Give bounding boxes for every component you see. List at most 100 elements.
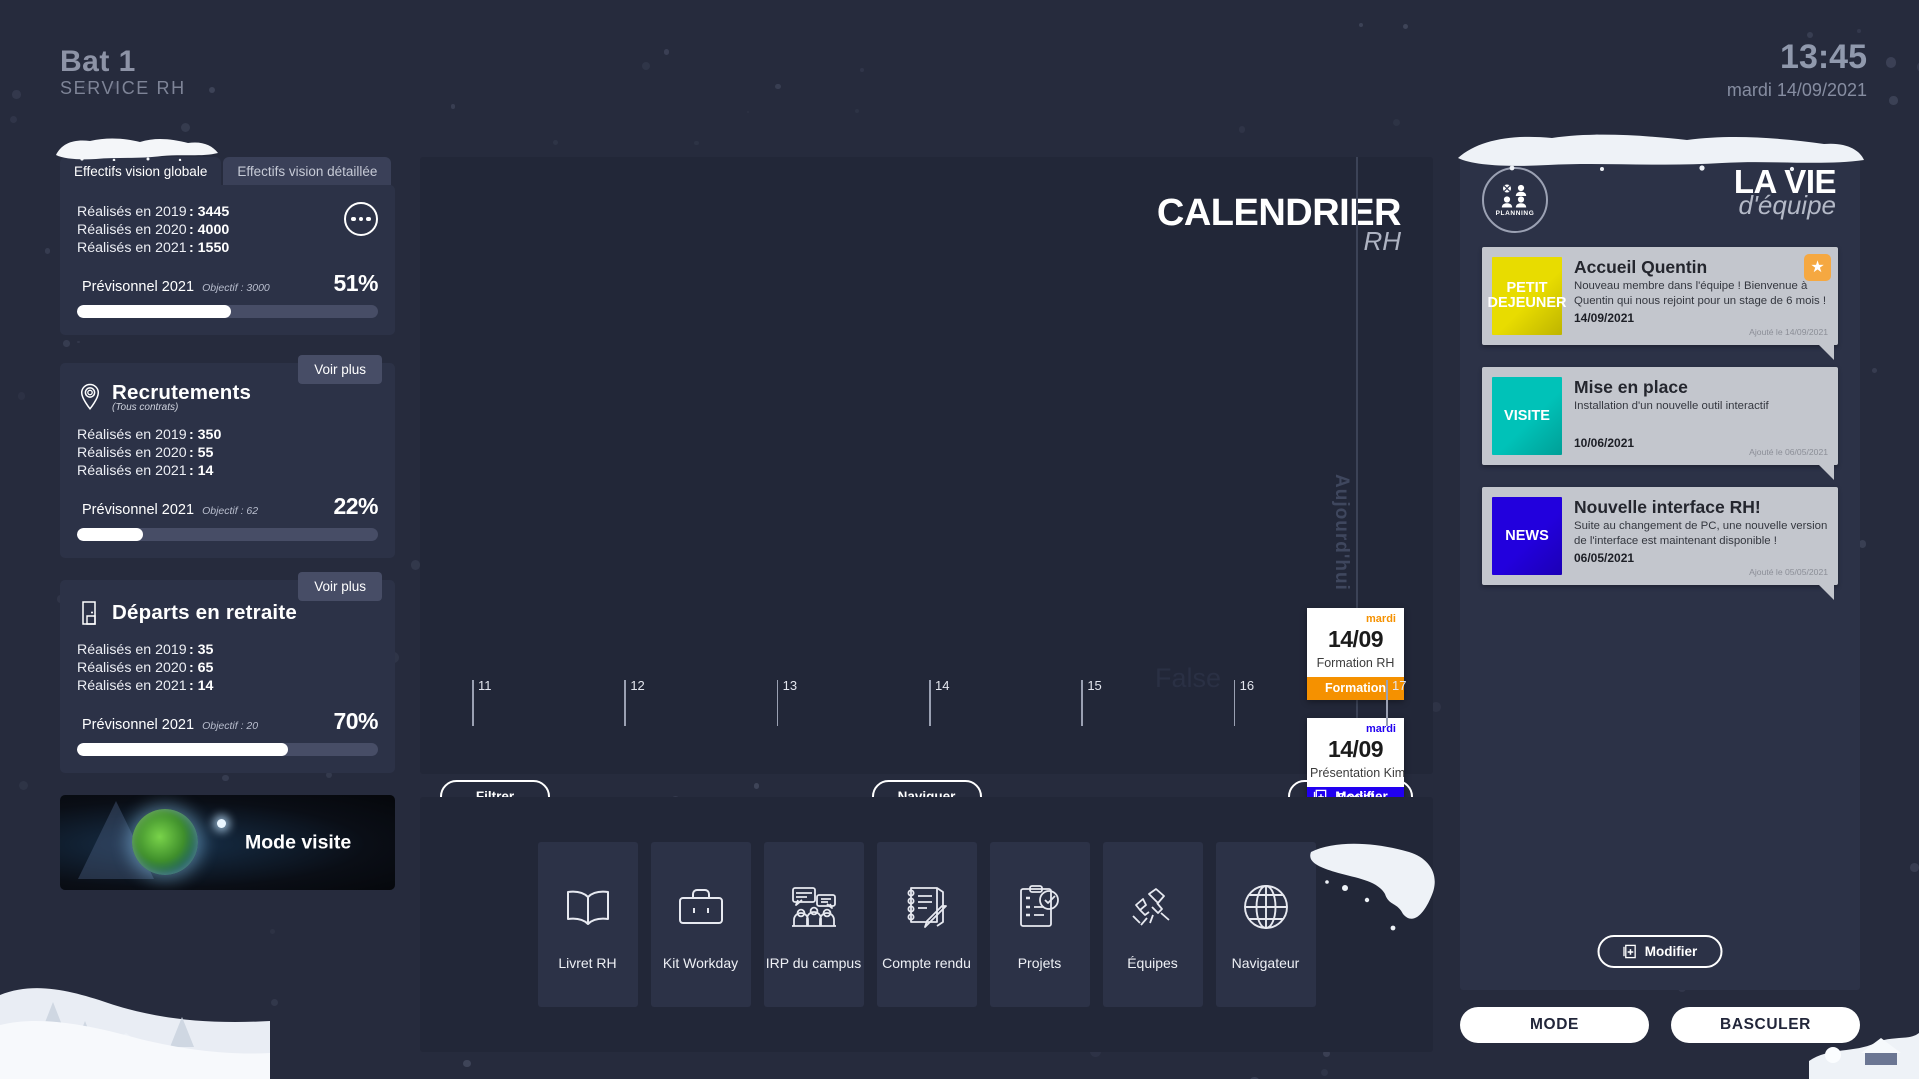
news-title: Mise en place — [1574, 377, 1688, 397]
news-title: Accueil Quentin — [1574, 257, 1708, 277]
news-added-on: Ajouté le 05/05/2021 — [1749, 567, 1828, 577]
progress-bar — [77, 305, 378, 319]
stat-value: 35 — [189, 641, 214, 659]
snow-ground-decoration — [0, 988, 270, 1079]
stat-label: Réalisés en 2019 — [77, 204, 187, 220]
app-tile-kit-workday[interactable]: Kit Workday — [650, 842, 751, 1007]
voir-plus-departs-button[interactable]: Voir plus — [298, 572, 382, 602]
app-tile-livret-rh[interactable]: Livret RH — [537, 842, 638, 1007]
app-label: Projets — [1017, 954, 1062, 971]
axis-tick: 17 — [1386, 678, 1406, 726]
recrutements-stats: Réalisés en 2019350 Réalisés en 202055 R… — [77, 426, 378, 480]
effectifs-tabs: Effectifs vision globale Effectifs visio… — [56, 138, 395, 185]
star-glow-decoration — [217, 819, 226, 829]
event-date: 14/09 — [1327, 736, 1384, 762]
app-tile-equipes[interactable]: Équipes — [1102, 842, 1203, 1007]
tab-effectifs-detaillee[interactable]: Effectifs vision détaillée — [223, 157, 392, 185]
axis-tick: 12 — [624, 678, 645, 726]
axis-tick-label: 16 — [1239, 678, 1255, 693]
news-card[interactable]: PETIT DEJEUNER Accueil Quentin Nouveau m… — [1482, 247, 1838, 360]
team-life-header: PLANNING LA VIE d'équipe — [1460, 155, 1860, 247]
objective-label: Objectif : 3000 — [202, 282, 270, 295]
forecast-row: Prévisonnel 2021 Objectif : 62 22% — [77, 493, 378, 520]
recrutements-header: Recrutements (Tous contrats) — [77, 381, 378, 413]
location-pin-icon — [80, 383, 100, 411]
axis-tick: 11 — [472, 678, 492, 726]
calendar-timeline-axis: 11 12 13 14 15 16 17 — [420, 674, 1433, 726]
news-thumbnail: NEWS — [1492, 497, 1562, 575]
progress-bar — [77, 528, 378, 542]
mode-button[interactable]: MODE — [1460, 1007, 1649, 1043]
app-label: Compte rendu — [882, 954, 971, 971]
news-body: Nouvelle interface RH! Suite au changeme… — [1562, 497, 1828, 577]
briefcase-icon — [673, 879, 729, 935]
app-label: IRP du campus — [765, 954, 862, 971]
news-description: Suite au changement de PC, une nouvelle … — [1574, 520, 1828, 547]
axis-tick: 13 — [776, 678, 797, 726]
app-label: Navigateur — [1231, 954, 1300, 971]
news-card[interactable]: NEWS Nouvelle interface RH! Suite au cha… — [1482, 487, 1838, 600]
globe-icon — [1238, 879, 1294, 935]
news-card[interactable]: VISITE Mise en place Installation d'un n… — [1482, 367, 1838, 480]
forecast-label: Prévisonnel 2021 — [82, 717, 195, 734]
event-day-of-week: mardi — [1366, 613, 1396, 625]
news-added-on: Ajouté le 06/05/2021 — [1749, 447, 1828, 457]
app-label: Livret RH — [558, 954, 617, 971]
calendar-panel: CALENDRIER RH False Aujourd'hui mardi 14… — [420, 157, 1433, 813]
event-date: 14/09 — [1327, 626, 1384, 652]
stat-value: 65 — [189, 659, 214, 677]
planning-badge: PLANNING — [1482, 167, 1548, 233]
building-title: Bat 1 — [60, 45, 136, 78]
tab-effectifs-globale[interactable]: Effectifs vision globale — [60, 157, 222, 185]
stat-label: Réalisés en 2021 — [77, 240, 187, 257]
more-options-icon[interactable] — [344, 202, 378, 236]
stat-row: Réalisés en 20193445 — [77, 203, 378, 221]
stat-label: Réalisés en 2021 — [77, 463, 187, 480]
objective-label: Objectif : 20 — [202, 720, 259, 733]
planning-badge-label: PLANNING — [1495, 209, 1535, 217]
card-title: Départs en retraite — [112, 601, 297, 625]
percent-value: 22% — [333, 493, 378, 520]
forecast-label: Prévisonnel 2021 — [82, 279, 195, 296]
stat-label: Réalisés en 2020 — [77, 445, 187, 462]
modify-news-button[interactable]: Modifier — [1597, 935, 1723, 968]
basculer-button[interactable]: BASCULER — [1671, 1007, 1860, 1043]
modify-news-label: Modifier — [1644, 944, 1698, 959]
voir-plus-recrutements-button[interactable]: Voir plus — [298, 355, 382, 385]
app-tile-irp-campus[interactable]: IRP du campus — [763, 842, 864, 1007]
axis-tick-label: 12 — [630, 678, 645, 693]
departs-stats: Réalisés en 201935 Réalisés en 202065 Ré… — [77, 641, 378, 695]
mode-visite-label: Mode visite — [245, 831, 352, 854]
stat-row: Réalisés en 2019350 — [77, 426, 378, 444]
recrutements-title: Recrutements — [112, 381, 252, 405]
app-tile-compte-rendu[interactable]: Compte rendu — [876, 842, 977, 1007]
stat-row: Réalisés en 202065 — [77, 659, 378, 677]
current-date: mardi 14/09/2021 — [1726, 80, 1867, 100]
mode-visite-tile[interactable]: Mode visite — [60, 795, 395, 891]
forecast-label: Prévisonnel 2021 — [82, 502, 195, 519]
stat-row: Réalisés en 202114 — [77, 462, 378, 480]
axis-tick-label: 14 — [935, 678, 950, 693]
star-icon[interactable]: ★ — [1804, 254, 1831, 281]
checklist-icon — [1012, 879, 1068, 935]
news-description: Installation d'un nouvelle outil interac… — [1574, 400, 1769, 413]
today-label: Aujourd'hui — [1331, 474, 1352, 591]
stat-value: 14 — [189, 677, 214, 695]
header-clock-block: 13:45 mardi 14/09/2021 — [1727, 40, 1867, 101]
stat-row: Réalisés en 202055 — [77, 444, 378, 462]
news-body: Accueil Quentin Nouveau membre dans l'éq… — [1562, 257, 1828, 337]
team-life-title: LA VIE d'équipe — [1734, 165, 1837, 219]
stat-value: 350 — [189, 426, 222, 444]
departs-title: Départs en retraite — [112, 601, 297, 625]
stat-row: Réalisés en 20204000 — [77, 221, 378, 239]
stat-label: Réalisés en 2020 — [77, 660, 187, 677]
service-subtitle: SERVICE RH — [60, 78, 186, 98]
news-description: Nouveau membre dans l'équipe ! Bienvenue… — [1574, 280, 1827, 307]
news-body: Mise en place Installation d'un nouvelle… — [1562, 377, 1828, 457]
app-tile-projets[interactable]: Projets — [989, 842, 1090, 1007]
news-title: Nouvelle interface RH! — [1574, 497, 1761, 517]
app-tile-navigateur[interactable]: Navigateur — [1215, 842, 1316, 1007]
handshake-icon — [1125, 879, 1181, 935]
stat-label: Réalisés en 2019 — [77, 427, 187, 444]
open-book-icon — [560, 879, 616, 935]
